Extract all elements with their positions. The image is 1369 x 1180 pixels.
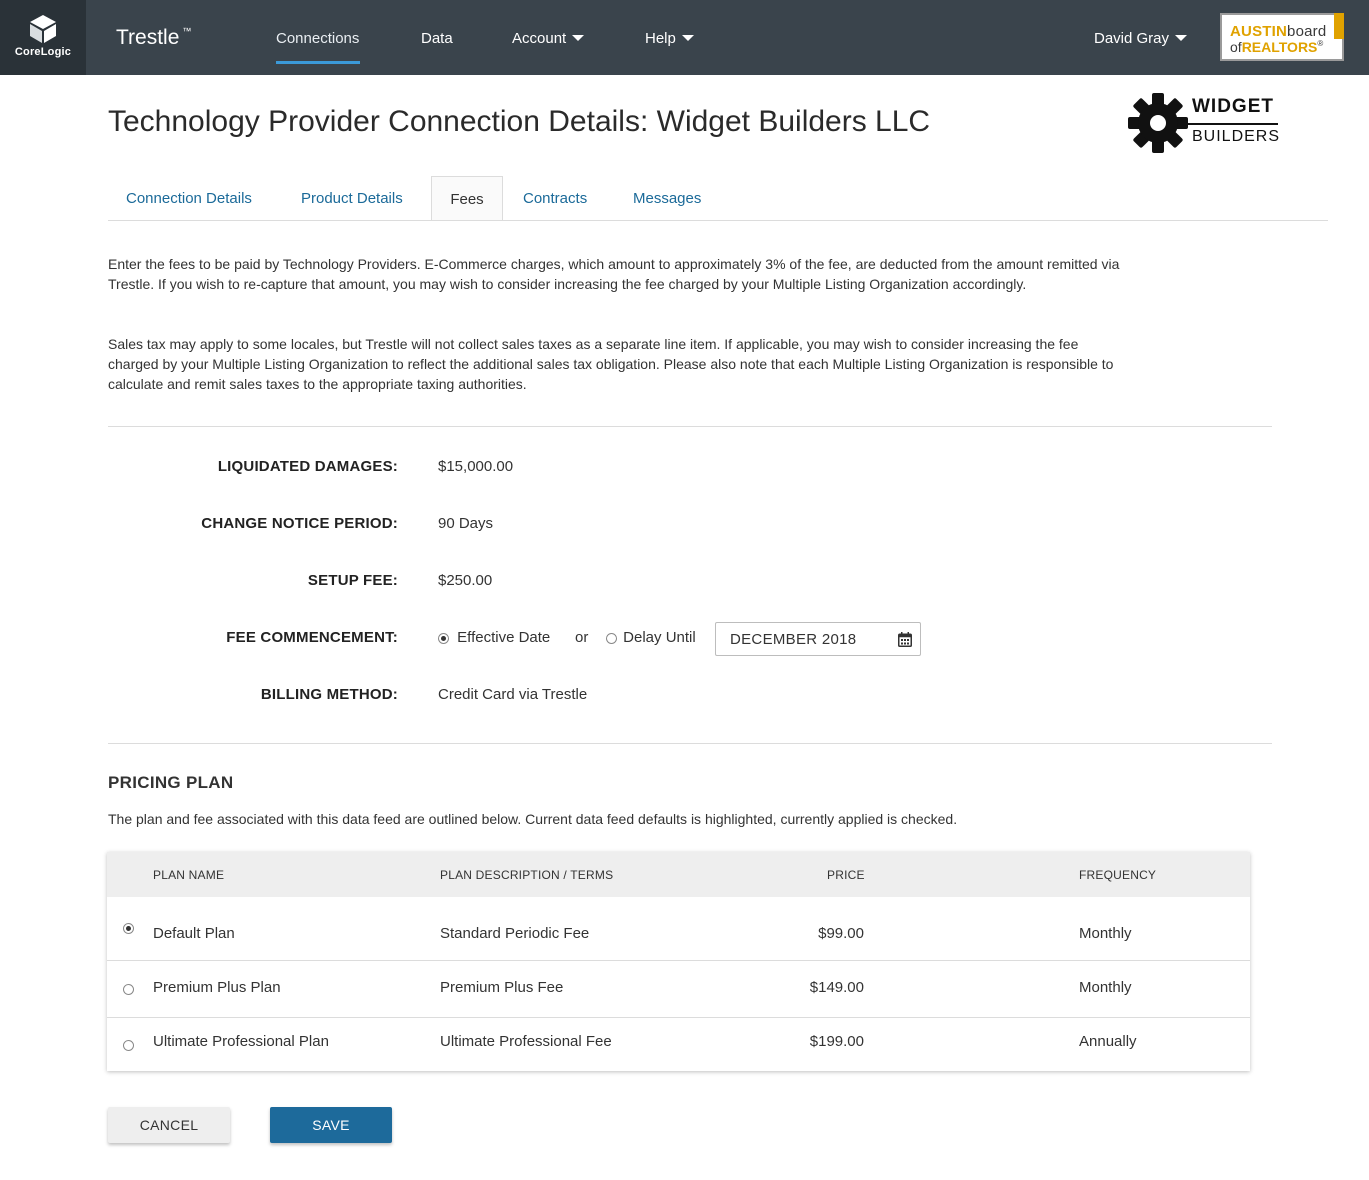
pricing-table: PLAN NAME PLAN DESCRIPTION / TERMS PRICE… [107,852,1250,1071]
setup-fee-value: $250.00 [438,572,493,589]
effective-date-radio[interactable] [438,632,449,644]
plan-frequency: Monthly [1079,925,1132,942]
effective-date-option[interactable]: Effective Date [438,629,550,646]
corelogic-cube-icon [30,15,56,43]
nav-connections-label: Connections [276,30,360,47]
plan-radio[interactable] [123,923,134,934]
liquidated-damages-value: $15,000.00 [438,458,514,475]
brand-trademark: ™ [182,26,192,36]
chevron-down-icon [1175,35,1188,42]
plan-description: Standard Periodic Fee [440,925,590,942]
nav-account[interactable]: Account [512,30,585,47]
cancel-button[interactable]: CANCEL [108,1107,230,1143]
billing-method-label: BILLING METHOD: [260,686,398,703]
plan-description: Ultimate Professional Fee [440,1033,612,1050]
gear-icon [1128,93,1188,153]
table-row[interactable]: Default Plan Standard Periodic Fee $99.0… [107,897,1250,961]
col-plan-description: PLAN DESCRIPTION / TERMS [440,868,614,882]
plan-name: Default Plan [153,925,235,942]
tab-messages[interactable]: Messages [633,190,701,207]
nav-active-indicator [276,61,360,64]
pricing-plan-description: The plan and fee associated with this da… [108,811,958,827]
fee-commencement-label: FEE COMMENCEMENT: [226,629,398,646]
brand-name: Trestle [116,26,180,49]
tab-fees[interactable]: Fees [431,176,503,221]
user-name: David Gray [1094,30,1170,47]
tab-product-details[interactable]: Product Details [301,190,403,207]
plan-name: Premium Plus Plan [153,979,281,996]
delay-until-date-input[interactable]: DECEMBER 2018 [715,622,921,656]
pricing-plan-title: PRICING PLAN [108,773,234,792]
section-divider [108,743,1272,744]
nav-data[interactable]: Data [421,30,453,47]
chevron-down-icon [572,35,585,42]
tab-contracts[interactable]: Contracts [523,190,587,207]
delay-until-label: Delay Until [623,629,696,646]
nav-help[interactable]: Help [645,30,694,47]
delay-until-radio[interactable] [606,632,617,644]
page-title: Technology Provider Connection Details: … [108,105,931,138]
effective-date-label: Effective Date [457,629,551,646]
table-row[interactable]: Ultimate Professional Plan Ultimate Prof… [107,1018,1250,1071]
plan-radio[interactable] [123,984,134,995]
tab-connection-details[interactable]: Connection Details [126,190,252,207]
nav-account-label: Account [512,30,567,47]
plan-frequency: Monthly [1079,979,1132,996]
plan-radio[interactable] [123,1040,134,1051]
top-navbar: CoreLogic Trestle ™ Connections Data Acco… [0,0,1369,75]
partner-logo-austin: AUSTIN [1230,23,1288,40]
setup-fee-label: SETUP FEE: [307,572,398,589]
section-divider [108,426,1272,427]
provider-logo: WIDGET BUILDERS [1128,92,1288,156]
nav-data-label: Data [421,30,453,47]
provider-logo-line1: WIDGET [1192,96,1274,117]
chevron-down-icon [681,35,694,42]
col-frequency: FREQUENCY [1079,868,1157,882]
tabs-divider [108,220,1328,221]
liquidated-damages-label: LIQUIDATED DAMAGES: [217,458,398,475]
nav-connections[interactable]: Connections [276,30,359,47]
partner-logo-registered: ® [1317,39,1324,48]
change-notice-label: CHANGE NOTICE PERIOD: [201,515,398,532]
delay-until-date-value: DECEMBER 2018 [730,631,857,648]
partner-logo-realtors: REALTORS [1241,39,1318,55]
billing-method-value: Credit Card via Trestle [438,686,588,703]
partner-logo-of: of [1230,39,1242,55]
sales-tax-paragraph: Sales tax may apply to some locales, but… [108,336,1114,392]
partner-logo-board: board [1287,23,1327,40]
nav-help-label: Help [645,30,676,47]
col-plan-name: PLAN NAME [153,868,225,882]
or-text: or [575,629,589,646]
user-menu[interactable]: David Gray [1094,30,1188,47]
partner-logo-accent [1334,13,1344,39]
change-notice-value: 90 Days [438,515,494,532]
provider-logo-line2: BUILDERS [1192,128,1281,145]
col-price: PRICE [827,868,865,882]
provider-logo-divider [1188,123,1278,125]
calendar-icon[interactable] [898,632,912,647]
plan-price: $199.00 [809,1033,864,1050]
plan-frequency: Annually [1079,1033,1137,1050]
save-button[interactable]: SAVE [270,1107,392,1143]
delay-until-option[interactable]: Delay Until [606,629,696,646]
table-row[interactable]: Premium Plus Plan Premium Plus Fee $149.… [107,961,1250,1018]
pricing-table-header: PLAN NAME PLAN DESCRIPTION / TERMS PRICE… [107,852,1250,897]
corelogic-label: CoreLogic [14,46,72,58]
plan-name: Ultimate Professional Plan [153,1033,329,1050]
partner-logo: AUSTINboard ofREALTORS® [1220,13,1344,61]
fees-intro-paragraph: Enter the fees to be paid by Technology … [108,256,1120,292]
corelogic-logo[interactable]: CoreLogic [0,0,86,75]
plan-description: Premium Plus Fee [440,979,564,996]
plan-price: $149.00 [809,979,864,996]
app-brand[interactable]: Trestle ™ [116,26,191,50]
plan-price: $99.00 [818,925,864,942]
